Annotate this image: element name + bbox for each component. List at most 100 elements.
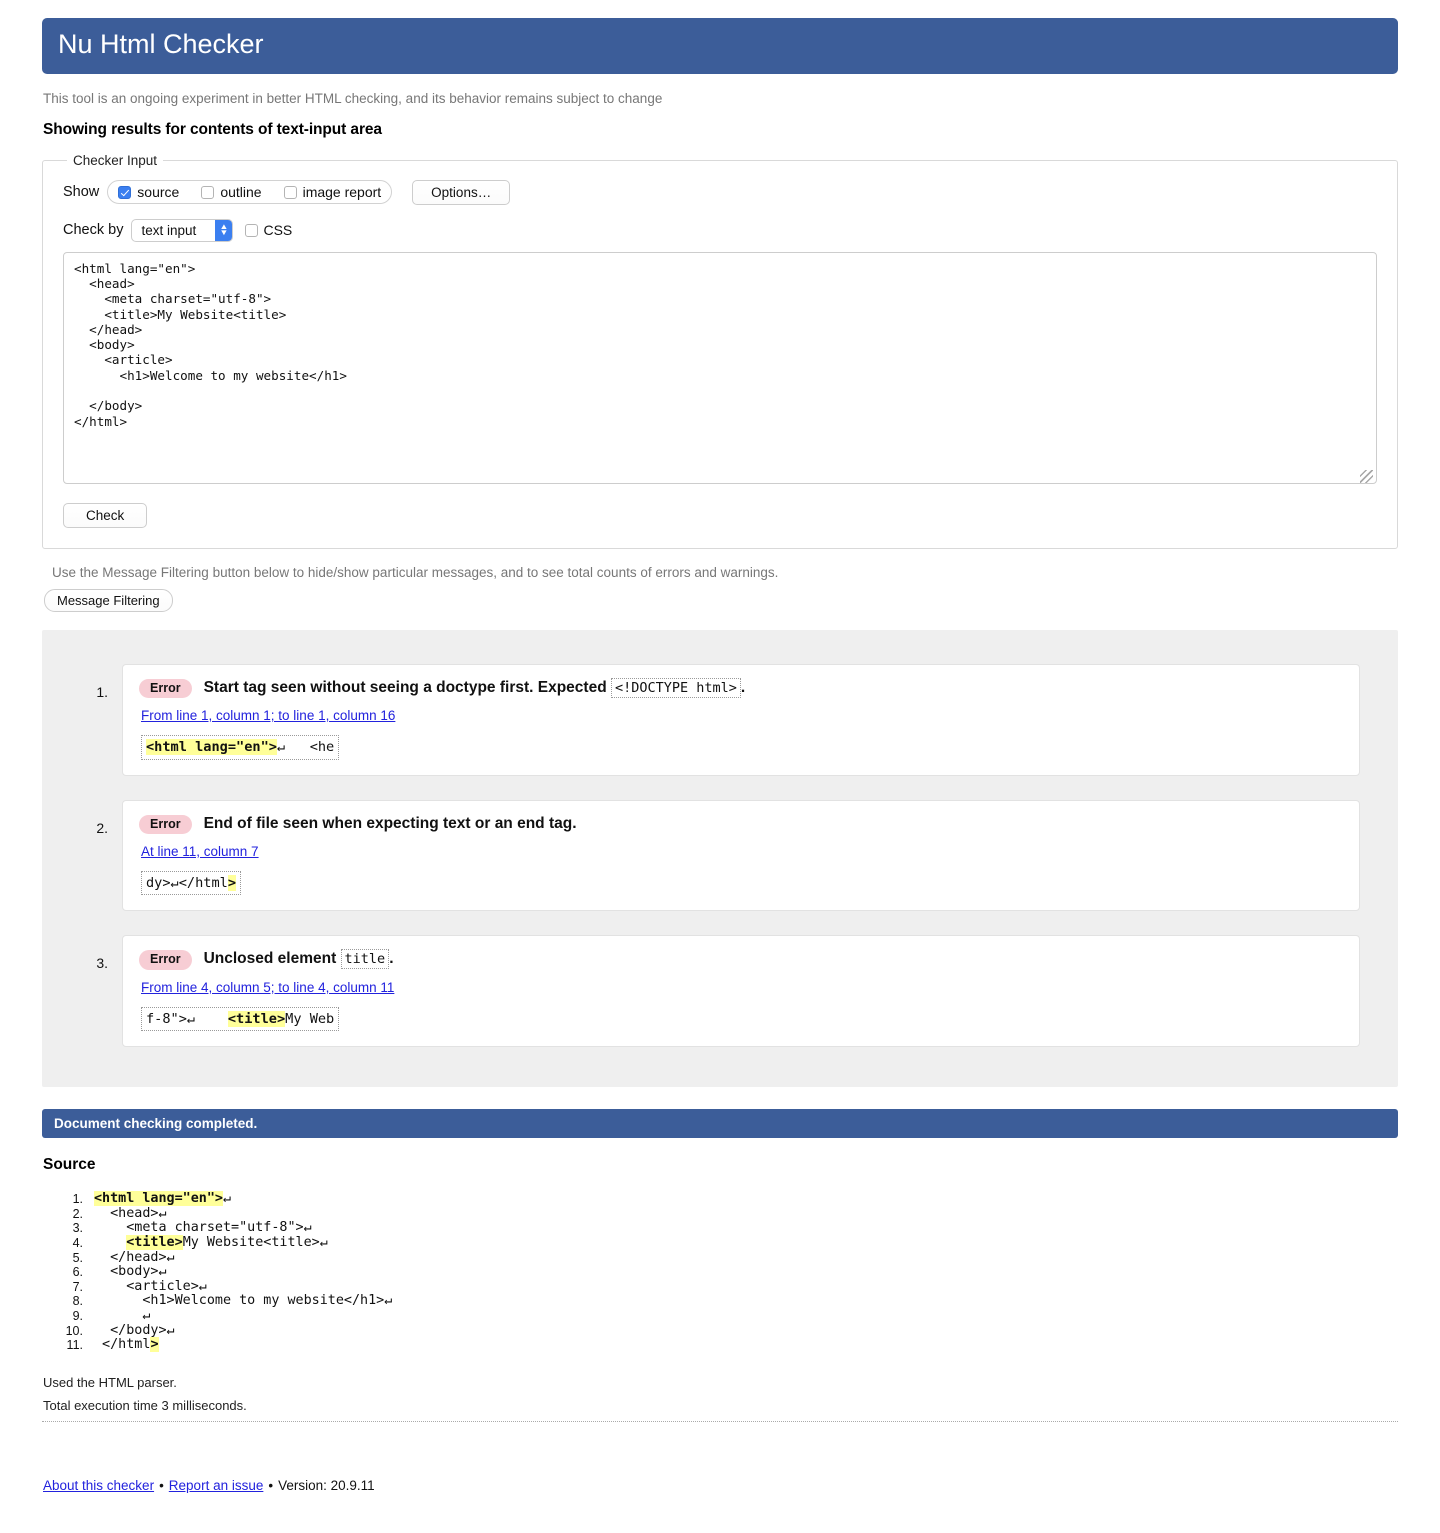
footer-divider <box>42 1420 1398 1422</box>
source-line: 7. <article>↵ <box>42 1278 1398 1295</box>
checker-input-fieldset: Checker Input Show source outline image … <box>42 152 1398 549</box>
source-textarea-wrapper <box>63 251 1377 489</box>
message-location-link[interactable]: From line 4, column 5; to line 4, column… <box>141 980 394 995</box>
check-by-select[interactable]: text input ▲ ▼ <box>131 218 234 242</box>
message-number: 1. <box>96 683 108 700</box>
app-title: Nu Html Checker <box>58 29 264 59</box>
source-line: 2. <head>↵ <box>42 1205 1398 1222</box>
message-inline-code: <!DOCTYPE html> <box>610 677 741 698</box>
message-text: Unclosed element title. <box>203 949 394 970</box>
source-line-number: 5. <box>72 1250 83 1265</box>
report-issue-link[interactable]: Report an issue <box>169 1478 264 1493</box>
message-filtering-button[interactable]: Message Filtering <box>44 588 173 612</box>
checkbox-outline-label: outline <box>220 184 262 201</box>
app-title-banner: Nu Html Checker <box>42 18 1398 74</box>
tool-subtitle: This tool is an ongoing experiment in be… <box>43 90 663 106</box>
extract-pre: f-8">↵ <box>146 1010 228 1027</box>
source-line-code: <title>My Website<title>↵ <box>94 1235 328 1251</box>
message-header: Error Unclosed element title. <box>139 949 1343 970</box>
source-line-code: </head>↵ <box>94 1249 175 1266</box>
source-line: 4. <title>My Website<title>↵ <box>42 1235 1398 1251</box>
message-text: Start tag seen without seeing a doctype … <box>204 677 746 698</box>
message-text-main: End of file seen when expecting text or … <box>203 814 577 832</box>
checkbox-css-label: CSS <box>263 222 293 239</box>
message-text-trailing: . <box>740 678 746 696</box>
source-line-code: <article>↵ <box>94 1278 207 1295</box>
check-button[interactable]: Check <box>63 502 148 528</box>
source-code-pre: </html <box>94 1337 151 1353</box>
about-checker-link[interactable]: About this checker <box>43 1478 154 1493</box>
completion-bar: Document checking completed. <box>42 1109 1398 1139</box>
source-code-pre: <h1>Welcome to my website</h1>↵ <box>94 1293 393 1309</box>
source-textarea[interactable] <box>63 251 1377 484</box>
message-location-row: From line 1, column 1; to line 1, column… <box>139 698 1343 725</box>
message-card: Error Unclosed element title. From line 4,… <box>122 935 1360 1048</box>
source-code-post: ↵ <box>223 1191 232 1207</box>
message-list: 1. Error Start tag seen without seeing a d… <box>80 663 1360 1048</box>
source-line-number: 10. <box>65 1323 83 1338</box>
source-code-pre <box>94 1235 126 1250</box>
message-item: 3. Error Unclosed element title. From line … <box>80 935 1360 1048</box>
message-extract: f-8">↵ <title>My Web <box>141 1006 340 1032</box>
source-code-pre: <article>↵ <box>94 1278 207 1294</box>
show-options-group: source outline image report <box>107 180 393 205</box>
message-card: Error End of file seen when expecting tex… <box>122 799 1360 912</box>
source-line: 6. <body>↵ <box>42 1264 1398 1280</box>
source-line: 1. <html lang="en">↵ <box>42 1191 1398 1207</box>
source-listing: 1. <html lang="en">↵ 2. <head>↵ 3. <meta ch… <box>42 1191 1398 1353</box>
source-line-code: <body>↵ <box>94 1264 166 1280</box>
options-button[interactable]: Options… <box>412 179 511 205</box>
source-line: 10. </body>↵ <box>42 1323 1398 1339</box>
checkbox-outline-box[interactable] <box>201 185 215 199</box>
checkbox-css-box[interactable] <box>245 223 259 237</box>
source-code-pre: <head>↵ <box>94 1205 167 1221</box>
check-by-select-value: text input <box>141 222 197 238</box>
source-line-code: ↵ <box>94 1308 150 1324</box>
message-location-row: At line 11, column 7 <box>139 834 1343 861</box>
source-line-number: 2. <box>72 1206 83 1221</box>
checkbox-source[interactable]: source <box>118 184 179 200</box>
source-line-number: 11. <box>66 1338 83 1353</box>
source-code-post: My Website<title>↵ <box>182 1235 328 1250</box>
message-location-link[interactable]: From line 1, column 1; to line 1, column… <box>141 708 395 723</box>
message-header: Error End of file seen when expecting tex… <box>139 814 1343 835</box>
message-text-main: Unclosed element <box>203 950 337 968</box>
page-root: Nu Html Checker This tool is an ongoing … <box>0 0 1440 1533</box>
message-extract: dy>↵</html> <box>141 871 242 896</box>
source-line-number: 8. <box>72 1294 83 1309</box>
status-badge: Error <box>139 678 192 699</box>
checkbox-image-report[interactable]: image report <box>283 184 381 200</box>
extract-pre: dy>↵</html <box>146 875 228 892</box>
filtering-note: Use the Message Filtering button below t… <box>52 564 779 580</box>
checkbox-source-box[interactable] <box>118 185 132 199</box>
message-location-link[interactable]: At line 11, column 7 <box>141 844 259 859</box>
check-by-row: Check by text input ▲ ▼ CSS <box>63 218 1377 242</box>
execution-time-note: Total execution time 3 milliseconds. <box>43 1397 247 1413</box>
chevron-updown-icon[interactable]: ▲ ▼ <box>215 219 233 241</box>
show-row: Show source outline image report Options… <box>63 179 1377 205</box>
footer-separator-2: • <box>268 1477 274 1493</box>
source-line-code: </html> <box>94 1337 159 1353</box>
source-line-number: 1. <box>72 1192 83 1207</box>
source-line-number: 4. <box>72 1236 83 1250</box>
extract-highlight: <html lang="en"> <box>146 739 277 756</box>
status-badge: Error <box>139 950 192 970</box>
source-line: 8. <h1>Welcome to my website</h1>↵ <box>42 1294 1398 1309</box>
checkbox-outline[interactable]: outline <box>201 184 262 201</box>
source-line-code: <html lang="en">↵ <box>94 1191 232 1207</box>
page-footer: About this checker • Report an issue • Versi… <box>43 1478 1398 1533</box>
checkbox-css[interactable]: CSS <box>245 222 292 238</box>
checkbox-image-report-box[interactable] <box>283 185 297 199</box>
source-line: 3. <meta charset="utf-8">↵ <box>42 1221 1398 1236</box>
source-line-number: 9. <box>72 1308 83 1323</box>
source-code-highlight: > <box>150 1337 159 1353</box>
source-code-pre: </head>↵ <box>94 1249 175 1265</box>
parser-note: Used the HTML parser. <box>43 1374 177 1390</box>
extract-post: My Web <box>285 1010 335 1027</box>
checker-input-legend: Checker Input <box>73 152 158 168</box>
source-line-code: </body>↵ <box>94 1323 175 1339</box>
footer-separator-1: • <box>159 1477 164 1493</box>
source-code-highlight: <title> <box>126 1235 183 1250</box>
message-extract-row: <html lang="en">↵ <he <box>139 725 1343 760</box>
message-text: End of file seen when expecting text or … <box>204 814 577 834</box>
